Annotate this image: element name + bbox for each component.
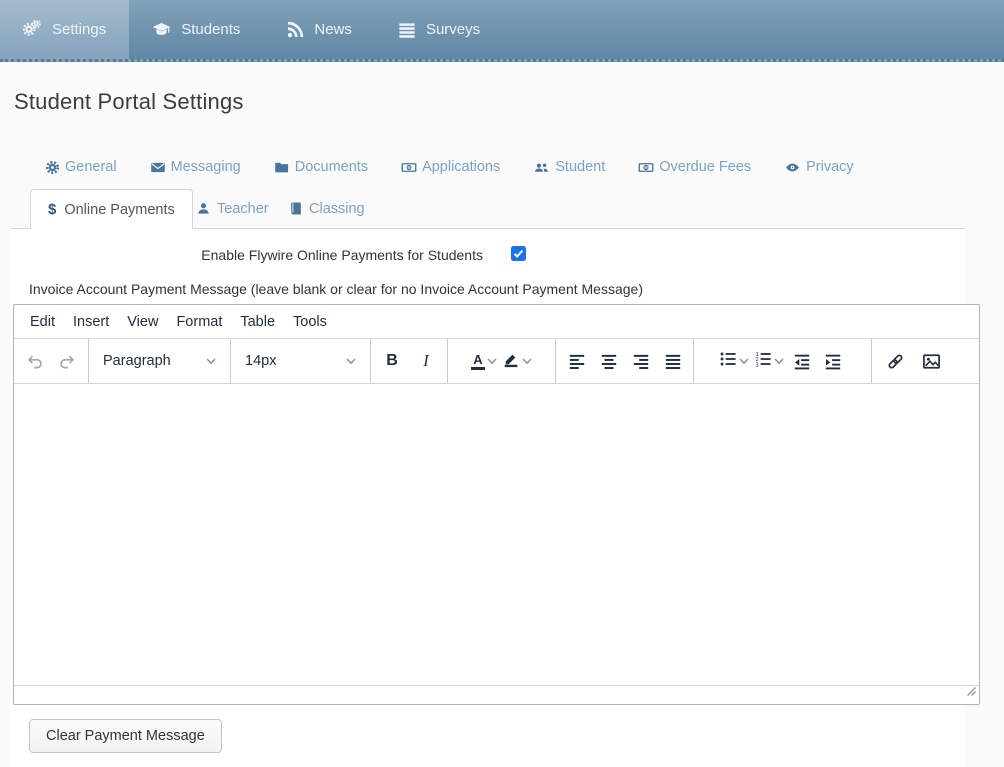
menu-edit[interactable]: Edit: [21, 310, 64, 334]
chevron-down-icon: [774, 352, 784, 370]
chevron-down-icon: [739, 352, 749, 370]
list-icon: [398, 21, 416, 39]
tab-label: Applications: [422, 159, 500, 175]
fontsize-select[interactable]: 14px: [235, 345, 365, 377]
chevron-down-icon: [206, 353, 216, 369]
tab-label: Documents: [295, 159, 368, 175]
users-icon: [533, 160, 550, 175]
editor-content-area[interactable]: [14, 384, 979, 685]
rich-text-editor: Edit Insert View Format Table Tools: [13, 304, 980, 705]
money-icon: [638, 160, 654, 175]
tab-documents[interactable]: Documents: [274, 159, 368, 175]
tab-classing[interactable]: Classing: [288, 189, 365, 228]
money-icon: [401, 160, 417, 175]
outdent-button[interactable]: [787, 345, 817, 377]
text-color-icon: A: [471, 353, 485, 370]
chevron-down-icon: [487, 352, 497, 370]
editor-toolbar: Paragraph 14px B I: [14, 339, 979, 384]
enable-flywire-checkbox[interactable]: [511, 246, 526, 261]
bullet-list-icon: [719, 350, 737, 373]
nav-item-news[interactable]: News: [263, 0, 375, 59]
clear-payment-message-button[interactable]: Clear Payment Message: [29, 719, 222, 753]
nav-item-label: News: [314, 21, 352, 38]
editor-menubar: Edit Insert View Format Table Tools: [14, 305, 979, 339]
menu-insert[interactable]: Insert: [64, 310, 118, 334]
tab-label: Classing: [309, 201, 365, 217]
book-icon: [288, 201, 303, 216]
page-title: Student Portal Settings: [14, 89, 244, 115]
nav-item-label: Settings: [52, 21, 106, 38]
align-justify-button[interactable]: [658, 345, 688, 377]
tab-applications[interactable]: Applications: [401, 159, 500, 175]
italic-icon: I: [423, 351, 429, 371]
tab-student[interactable]: Student: [533, 159, 605, 175]
gear-icon: [45, 160, 60, 175]
user-icon: [196, 201, 211, 216]
folder-icon: [274, 160, 290, 175]
indent-button[interactable]: [818, 345, 848, 377]
bold-icon: B: [386, 352, 398, 370]
tab-label: Teacher: [217, 201, 269, 217]
menu-table[interactable]: Table: [231, 310, 284, 334]
tab-label: Online Payments: [64, 202, 174, 218]
redo-button[interactable]: [52, 345, 82, 377]
menu-tools[interactable]: Tools: [284, 310, 336, 334]
primary-tab-row: General Messaging Documents Applications: [45, 157, 854, 177]
envelope-icon: [150, 160, 166, 175]
cogs-icon: [23, 20, 42, 39]
editor-statusbar: [14, 685, 979, 704]
rss-icon: [286, 21, 304, 39]
bullet-list-button[interactable]: [717, 345, 751, 377]
format-select-value: Paragraph: [103, 353, 171, 369]
tab-label: Messaging: [171, 159, 241, 175]
eye-icon: [784, 160, 801, 175]
tab-privacy[interactable]: Privacy: [784, 159, 854, 175]
italic-button[interactable]: I: [411, 345, 441, 377]
dollar-icon: $: [48, 201, 56, 218]
tab-label: Student: [555, 159, 605, 175]
undo-button[interactable]: [20, 345, 50, 377]
nav-item-settings[interactable]: Settings: [0, 0, 129, 59]
bold-button[interactable]: B: [377, 345, 407, 377]
menu-view[interactable]: View: [118, 310, 167, 334]
nav-item-students[interactable]: Students: [129, 0, 263, 59]
enable-flywire-label: Enable Flywire Online Payments for Stude…: [10, 247, 483, 263]
tab-general[interactable]: General: [45, 159, 117, 175]
format-select[interactable]: Paragraph: [93, 345, 225, 377]
resize-grip[interactable]: [965, 684, 977, 702]
tab-teacher[interactable]: Teacher: [196, 189, 269, 228]
highlight-color-button[interactable]: [500, 345, 534, 377]
nav-item-label: Students: [181, 21, 240, 38]
tab-label: Privacy: [806, 159, 854, 175]
chevron-down-icon: [522, 352, 532, 370]
top-navbar: Settings Students News: [0, 0, 1004, 62]
tab-label: Overdue Fees: [659, 159, 751, 175]
highlight-pen-icon: [502, 350, 520, 373]
svg-text:3: 3: [755, 362, 758, 367]
insert-image-button[interactable]: [916, 345, 946, 377]
graduation-cap-icon: [152, 20, 171, 39]
tab-overdue-fees[interactable]: Overdue Fees: [638, 159, 751, 175]
chevron-down-icon: [346, 353, 356, 369]
nav-item-surveys[interactable]: Surveys: [375, 0, 503, 59]
numbered-list-button[interactable]: 1 2 3: [752, 345, 786, 377]
menu-format[interactable]: Format: [167, 310, 231, 334]
tab-messaging[interactable]: Messaging: [150, 159, 241, 175]
align-left-button[interactable]: [562, 345, 592, 377]
tab-label: General: [65, 159, 117, 175]
numbered-list-icon: 1 2 3: [754, 350, 772, 373]
insert-link-button[interactable]: [880, 345, 910, 377]
align-right-button[interactable]: [626, 345, 656, 377]
fontsize-select-value: 14px: [245, 353, 276, 369]
tab-online-payments[interactable]: $ Online Payments: [30, 189, 193, 229]
invoice-message-label: Invoice Account Payment Message (leave b…: [29, 281, 643, 297]
nav-item-label: Surveys: [426, 21, 480, 38]
text-color-button[interactable]: A: [469, 345, 499, 377]
align-center-button[interactable]: [594, 345, 624, 377]
tab-content-panel: Enable Flywire Online Payments for Stude…: [10, 228, 965, 767]
